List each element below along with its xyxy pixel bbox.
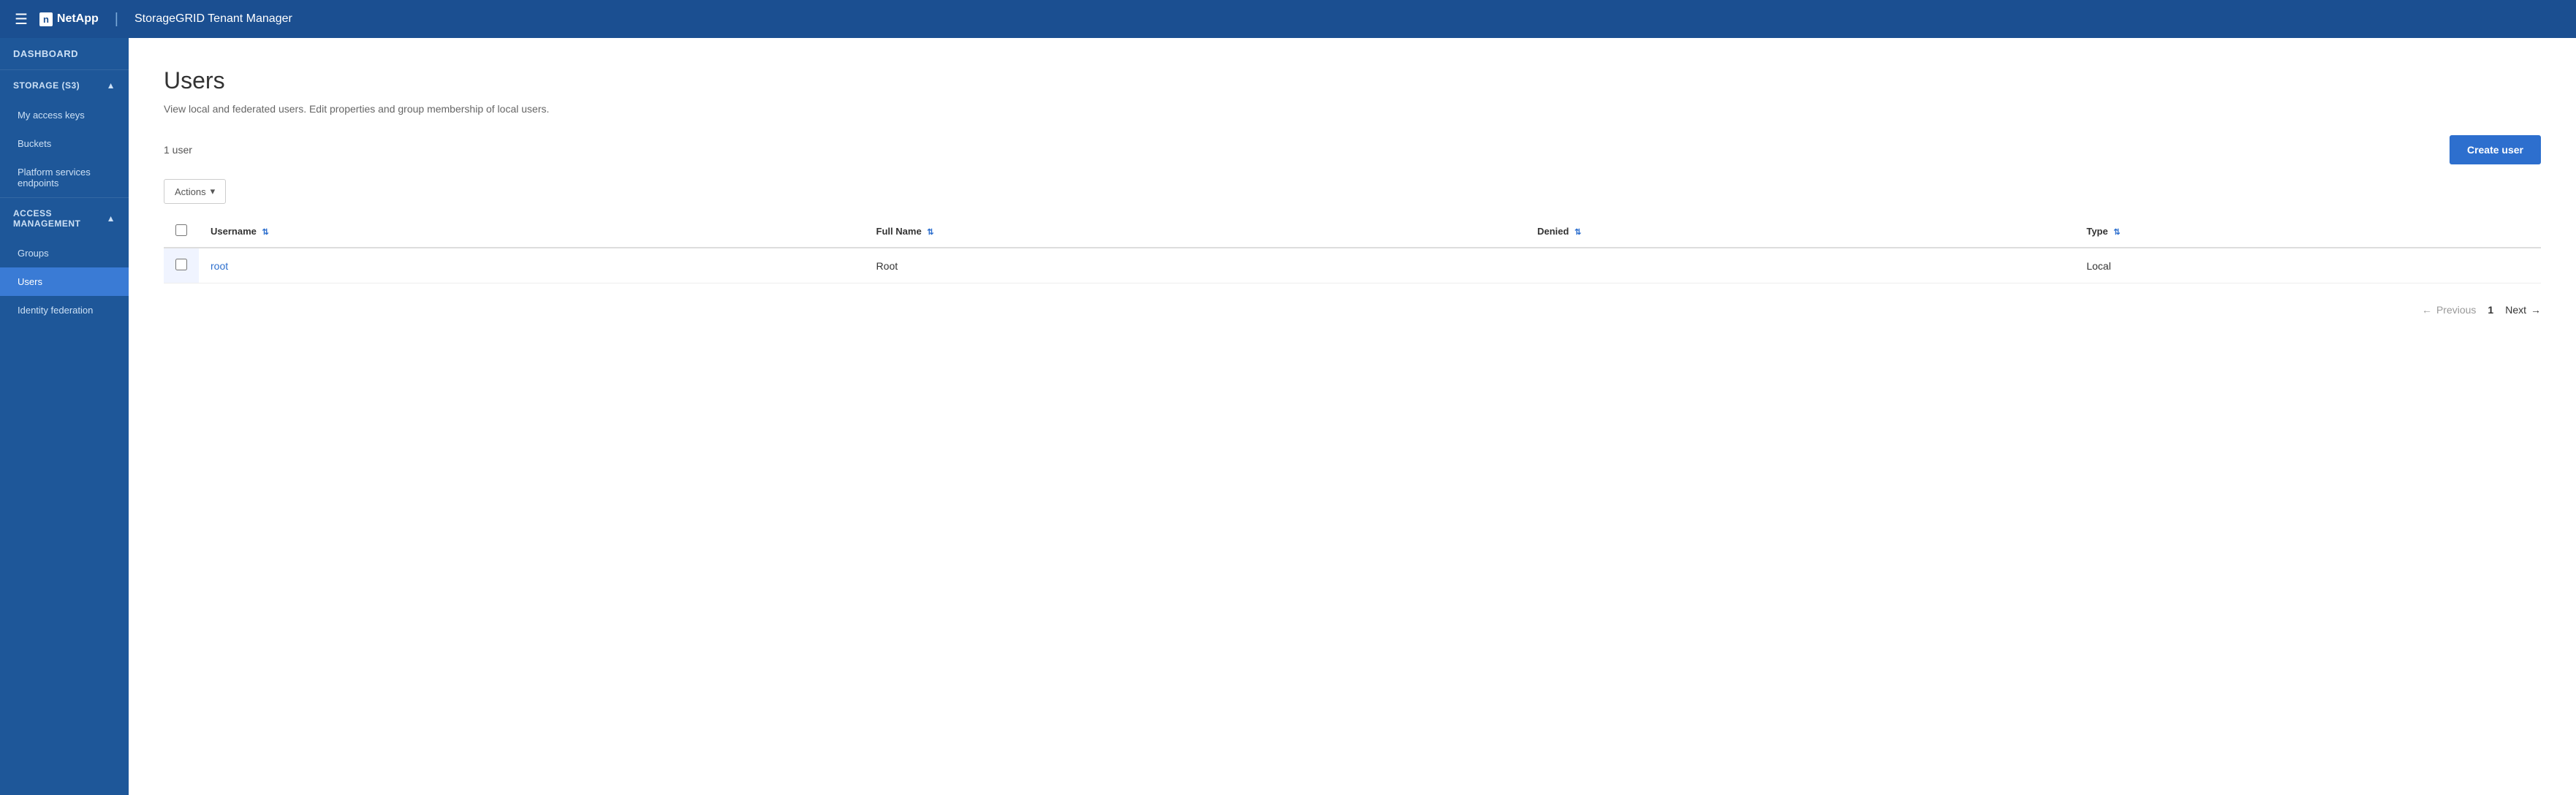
user-count: 1 user bbox=[164, 144, 192, 156]
right-arrow-icon: → bbox=[2531, 304, 2541, 316]
sidebar-item-dashboard[interactable]: DASHBOARD bbox=[0, 38, 129, 69]
page-title: Users bbox=[164, 67, 2541, 94]
table-row: root Root Local bbox=[164, 248, 2541, 284]
sidebar-item-buckets[interactable]: Buckets bbox=[0, 129, 129, 158]
page-description: View local and federated users. Edit pro… bbox=[164, 103, 2541, 115]
logo-box: n bbox=[39, 12, 53, 26]
users-table: Username ⇅ Full Name ⇅ Denied ⇅ Type ⇅ bbox=[164, 216, 2541, 284]
pagination: ← Previous 1 Next → bbox=[164, 304, 2541, 316]
row-checkbox[interactable] bbox=[175, 259, 187, 270]
table-header: Username ⇅ Full Name ⇅ Denied ⇅ Type ⇅ bbox=[164, 216, 2541, 248]
chevron-up-icon: ▲ bbox=[107, 80, 115, 91]
create-user-button[interactable]: Create user bbox=[2450, 135, 2541, 164]
table-header-row: Username ⇅ Full Name ⇅ Denied ⇅ Type ⇅ bbox=[164, 216, 2541, 248]
sidebar: DASHBOARD STORAGE (S3) ▲ My access keys … bbox=[0, 38, 129, 795]
username-cell: root bbox=[199, 248, 865, 284]
type-sort-icon[interactable]: ⇅ bbox=[2113, 227, 2120, 237]
fullname-cell: Root bbox=[865, 248, 1526, 284]
app-title: StorageGRID Tenant Manager bbox=[135, 12, 292, 26]
denied-cell bbox=[1526, 248, 2075, 284]
netapp-logo: n NetApp bbox=[39, 12, 99, 26]
top-header: ☰ n NetApp | StorageGRID Tenant Manager bbox=[0, 0, 2576, 38]
sidebar-item-platform-services[interactable]: Platform services endpoints bbox=[0, 158, 129, 197]
actions-label: Actions bbox=[175, 186, 206, 197]
left-arrow-icon: ← bbox=[2422, 304, 2432, 316]
sidebar-item-my-access-keys[interactable]: My access keys bbox=[0, 101, 129, 129]
select-all-checkbox[interactable] bbox=[175, 224, 187, 236]
type-cell: Local bbox=[2075, 248, 2541, 284]
row-checkbox-cell bbox=[164, 248, 199, 284]
chevron-up-icon-access: ▲ bbox=[107, 213, 115, 224]
logo-text: NetApp bbox=[57, 12, 99, 26]
toolbar-row: 1 user Create user bbox=[164, 135, 2541, 164]
select-all-column bbox=[164, 216, 199, 248]
sidebar-item-users[interactable]: Users bbox=[0, 267, 129, 296]
sidebar-item-identity-federation[interactable]: Identity federation bbox=[0, 296, 129, 324]
logo-area: n NetApp | StorageGRID Tenant Manager bbox=[39, 11, 292, 28]
denied-sort-icon[interactable]: ⇅ bbox=[1575, 227, 1581, 237]
sidebar-item-groups[interactable]: Groups bbox=[0, 239, 129, 267]
actions-chevron-icon: ▾ bbox=[211, 186, 216, 197]
next-button[interactable]: Next → bbox=[2505, 304, 2541, 316]
hamburger-icon[interactable]: ☰ bbox=[15, 10, 28, 28]
sidebar-section-storage[interactable]: STORAGE (S3) ▲ bbox=[0, 69, 129, 101]
header-divider: | bbox=[115, 11, 118, 28]
content-area: Users View local and federated users. Ed… bbox=[129, 38, 2576, 795]
col-fullname: Full Name ⇅ bbox=[865, 216, 1526, 248]
sidebar-section-access-management[interactable]: ACCESS MANAGEMENT ▲ bbox=[0, 197, 129, 239]
main-layout: DASHBOARD STORAGE (S3) ▲ My access keys … bbox=[0, 38, 2576, 795]
next-label: Next bbox=[2505, 304, 2526, 316]
username-sort-icon[interactable]: ⇅ bbox=[262, 227, 269, 237]
previous-label: Previous bbox=[2436, 304, 2476, 316]
fullname-sort-icon[interactable]: ⇅ bbox=[927, 227, 933, 237]
col-denied: Denied ⇅ bbox=[1526, 216, 2075, 248]
table-body: root Root Local bbox=[164, 248, 2541, 284]
current-page: 1 bbox=[2488, 304, 2493, 316]
col-username: Username ⇅ bbox=[199, 216, 865, 248]
username-link[interactable]: root bbox=[211, 260, 228, 272]
previous-button[interactable]: ← Previous bbox=[2422, 304, 2476, 316]
col-type: Type ⇅ bbox=[2075, 216, 2541, 248]
actions-dropdown-button[interactable]: Actions ▾ bbox=[164, 179, 226, 204]
